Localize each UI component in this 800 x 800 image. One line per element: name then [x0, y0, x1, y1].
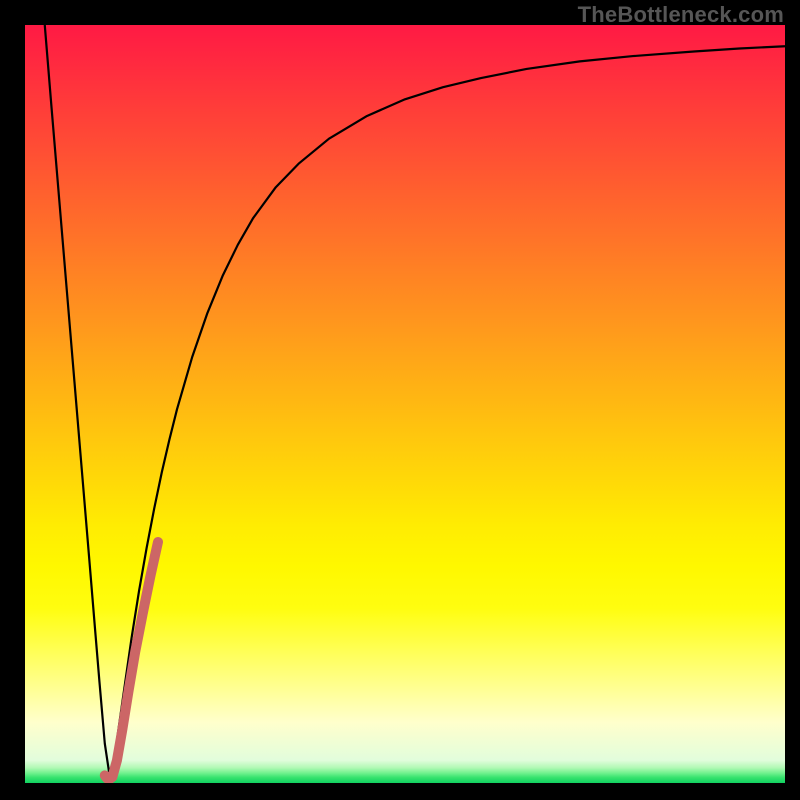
- gradient-background: [25, 25, 785, 783]
- chart-frame: TheBottleneck.com: [0, 0, 800, 800]
- plot-area: [25, 25, 785, 783]
- plot-svg: [25, 25, 785, 783]
